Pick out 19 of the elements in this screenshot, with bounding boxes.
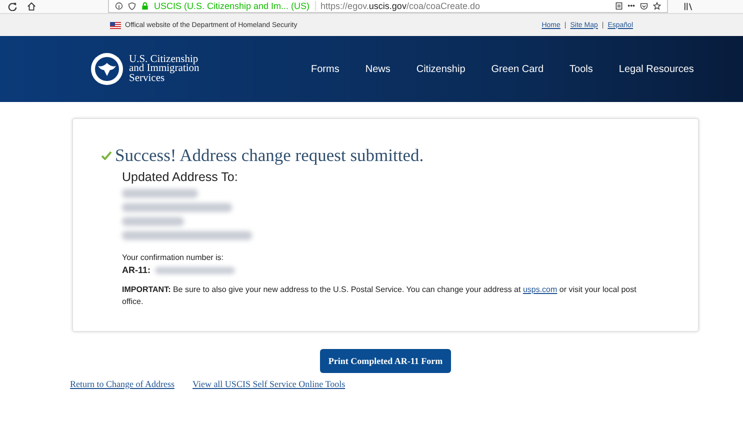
agency-name: Services: [129, 74, 165, 84]
nav-link[interactable]: News: [365, 64, 390, 74]
nav-link[interactable]: Green Card: [491, 64, 544, 74]
usps-link[interactable]: usps.com: [522, 285, 558, 294]
nav-link[interactable]: Forms: [311, 64, 340, 74]
footer-link[interactable]: Return to Change of Address: [70, 379, 174, 389]
important-notice: IMPORTANT: Be sure to also give your new address to the U.S. Postal Service. You can change your address at usps.com or visit your local post office.: [122, 284, 638, 308]
agency-name: and Immigration: [129, 64, 200, 74]
address-bar-url[interactable]: https://egov.uscis.gov/coa/coaCreate.do: [320, 1, 610, 11]
success-title: Success! Address change request submitted.: [115, 145, 424, 166]
nav-link[interactable]: Citizenship: [416, 64, 466, 74]
ar11-label: AR-11:: [122, 265, 151, 275]
address-label: Updated Address To:: [122, 170, 239, 184]
agency-name: U.S. Citizenship: [129, 54, 198, 64]
nav-link[interactable]: Tools: [570, 64, 593, 74]
confirmation-label: Your confirmation number is:: [122, 253, 225, 262]
footer-link[interactable]: View all USCIS Self Service Online Tools: [192, 379, 346, 389]
nav-link[interactable]: Legal Resources: [618, 64, 694, 74]
print-form-button[interactable]: Print Completed AR-11 Form: [320, 349, 451, 373]
